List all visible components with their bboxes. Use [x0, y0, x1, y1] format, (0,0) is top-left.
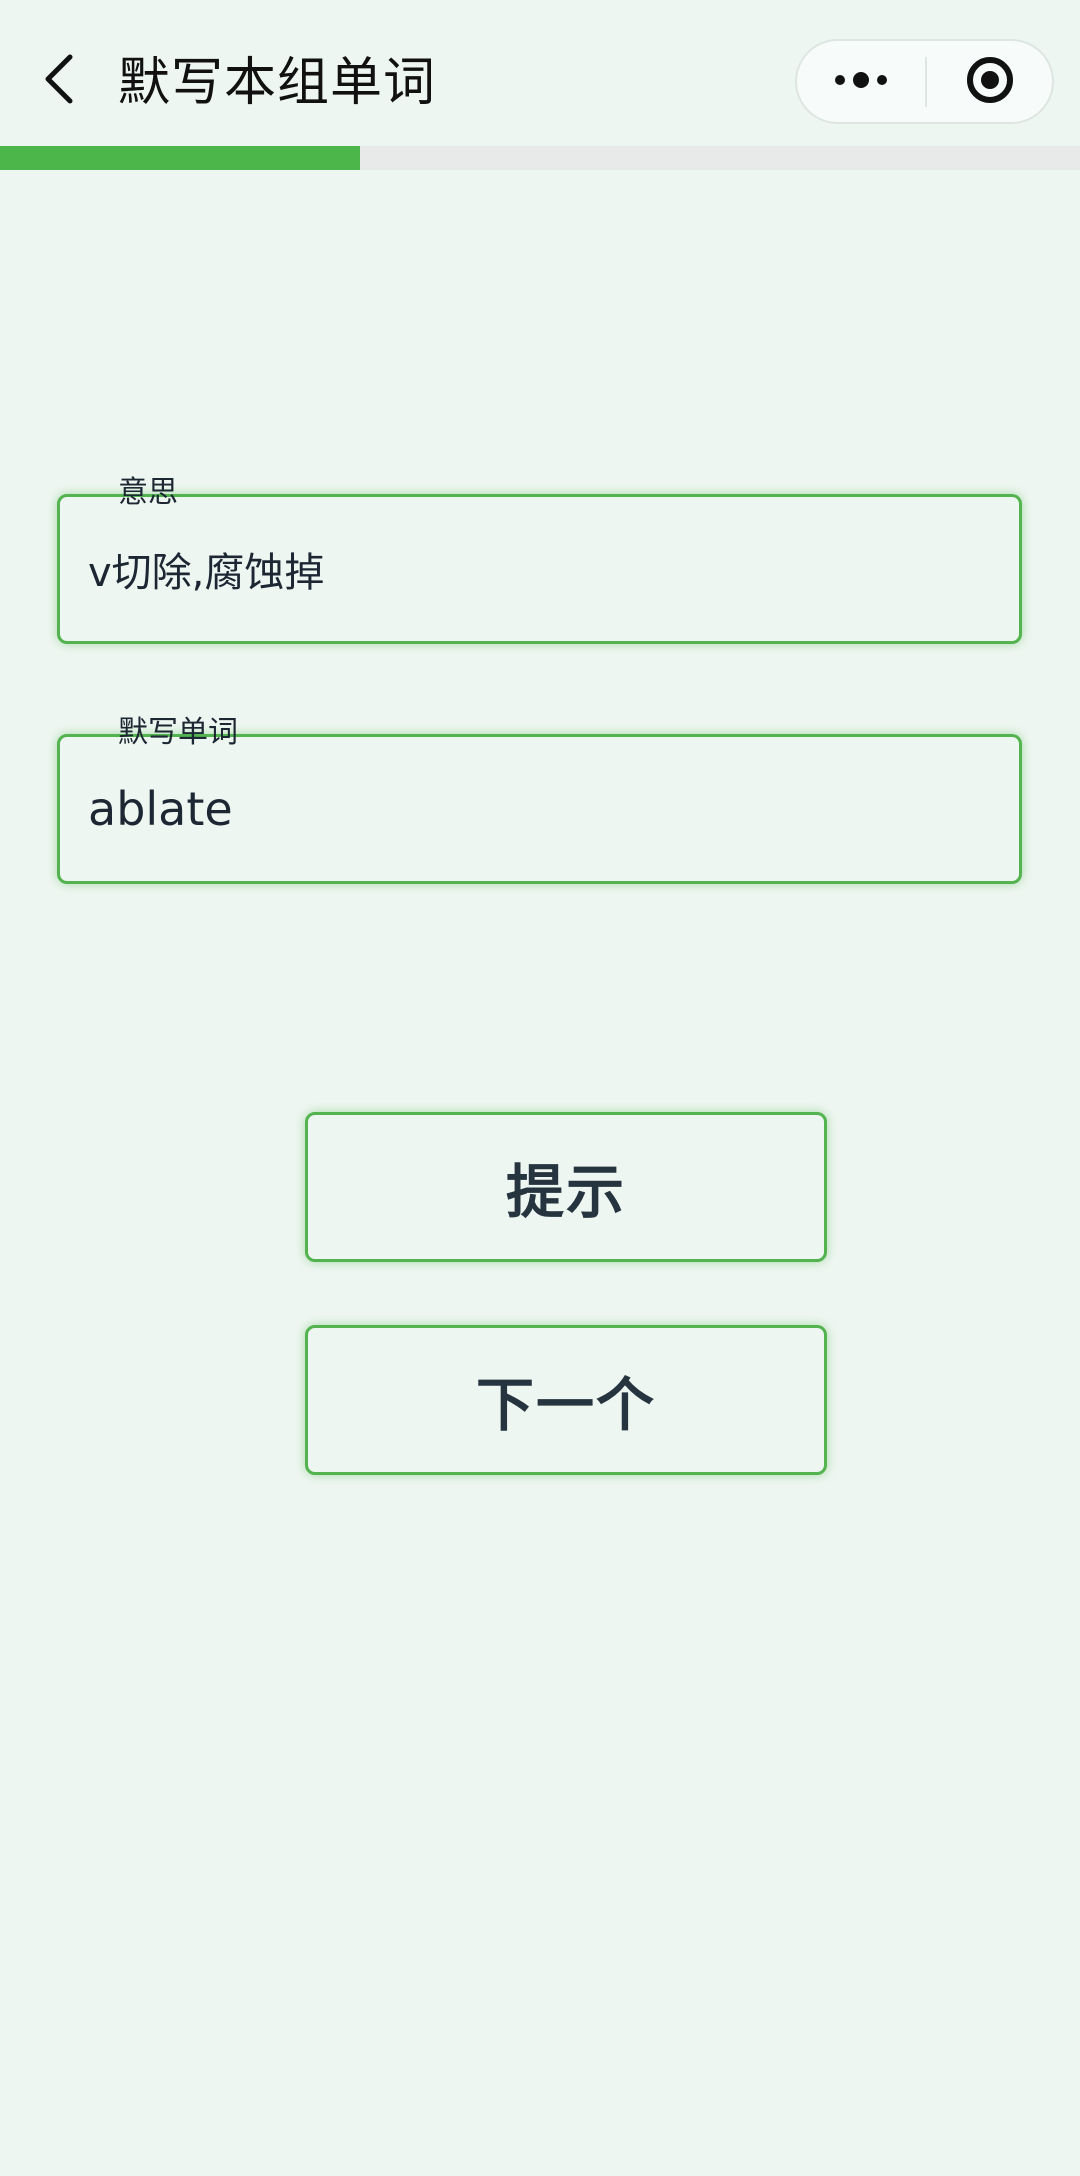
more-button[interactable]: [797, 41, 925, 122]
more-dots-icon: [833, 70, 889, 94]
chevron-left-icon: [40, 51, 76, 111]
close-button[interactable]: [927, 41, 1052, 122]
page-title: 默写本组单词: [118, 53, 437, 113]
next-button[interactable]: 下一个: [305, 1325, 827, 1475]
dictation-page: 默写本组单词 意思 v切除,腐蚀掉 默写单词 ablate 提示 下一个: [0, 0, 1080, 2176]
word-input-wrapper: [88, 737, 988, 881]
header-bar: 默写本组单词: [0, 0, 1080, 146]
meaning-field: 意思 v切除,腐蚀掉: [57, 475, 1022, 644]
word-field[interactable]: 默写单词: [57, 715, 1022, 884]
progress-fill: [0, 146, 360, 170]
back-button[interactable]: [30, 46, 86, 116]
mini-program-capsule: [795, 39, 1054, 124]
target-close-icon: [965, 55, 1015, 109]
meaning-value: v切除,腐蚀掉: [88, 550, 325, 596]
word-input[interactable]: [88, 782, 988, 836]
progress-bar: [0, 146, 1080, 170]
hint-button[interactable]: 提示: [305, 1112, 827, 1262]
